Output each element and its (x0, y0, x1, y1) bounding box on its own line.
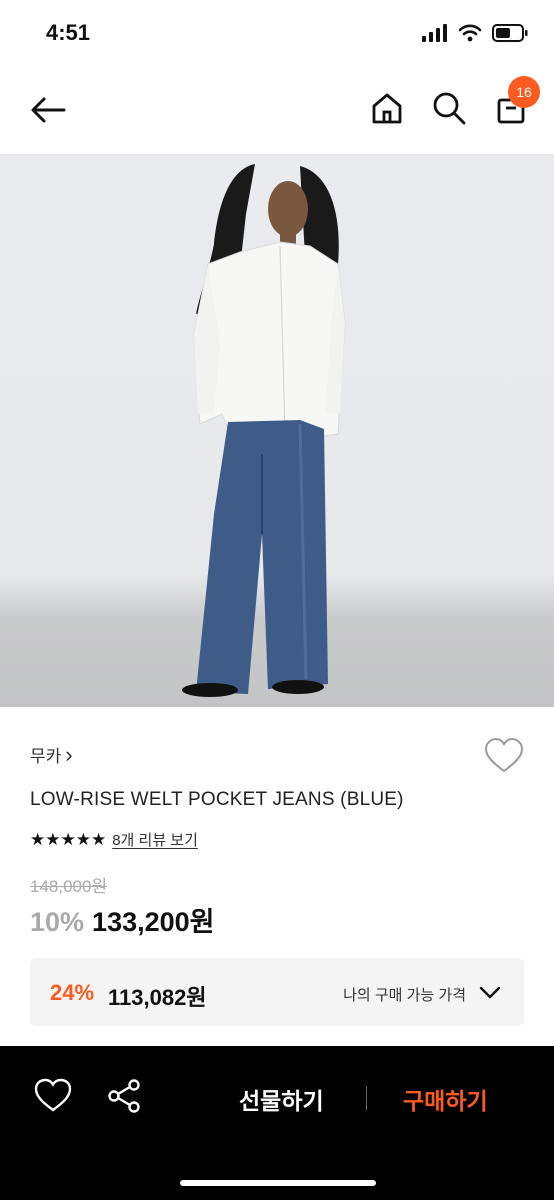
heart-icon[interactable] (484, 738, 524, 774)
home-indicator (180, 1180, 376, 1186)
cart-count-badge: 16 (508, 76, 540, 108)
search-icon[interactable] (431, 90, 467, 126)
home-icon[interactable] (369, 90, 405, 126)
wifi-icon (458, 24, 482, 42)
bottom-action-bar: 선물하기 구매하기 (0, 1046, 554, 1200)
rating-row: ★★★★★ 8개 리뷰 보기 (30, 829, 198, 850)
product-image[interactable] (0, 154, 554, 707)
sale-price-row: 10% 133,200원 (30, 900, 215, 939)
product-title: LOW-RISE WELT POCKET JEANS (BLUE) (30, 789, 404, 810)
signal-icon (422, 24, 447, 42)
status-bar: 4:51 (0, 0, 554, 68)
battery-icon (492, 24, 528, 42)
best-price-box[interactable]: 24% 113,082원 나의 구매 가능 가격 (30, 958, 524, 1026)
sale-price: 133,200원 (92, 907, 215, 937)
buy-button[interactable]: 구매하기 (403, 1082, 488, 1116)
discount-rate: 10% (30, 907, 85, 937)
model-illustration (182, 164, 346, 697)
divider (366, 1086, 367, 1110)
brand-link[interactable]: 무카 › (30, 742, 73, 767)
share-icon[interactable] (106, 1078, 142, 1114)
star-rating-icon: ★★★★★ (30, 829, 107, 849)
chevron-down-icon[interactable] (478, 980, 502, 1004)
best-price-label: 나의 구매 가능 가격 (343, 987, 466, 1004)
best-price-percent: 24% (50, 980, 95, 1005)
chevron-right-icon: › (65, 742, 73, 767)
top-nav: 16 (0, 68, 554, 154)
status-icons (422, 24, 528, 42)
original-price: 148,000원 (30, 877, 108, 896)
gift-button[interactable]: 선물하기 (239, 1082, 324, 1116)
status-time: 4:51 (46, 20, 91, 45)
heart-icon[interactable] (34, 1078, 72, 1114)
back-arrow-icon[interactable] (28, 90, 68, 130)
best-price: 113,082원 (108, 985, 207, 1010)
brand-name: 무카 (30, 747, 62, 766)
review-link[interactable]: 8개 리뷰 보기 (112, 829, 198, 850)
